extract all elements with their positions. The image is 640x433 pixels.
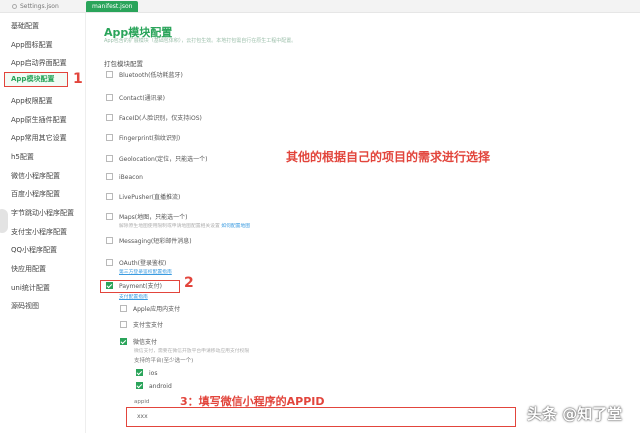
checkbox[interactable] — [120, 321, 127, 328]
platform-android[interactable]: android — [136, 382, 172, 391]
sidebar-item-uni-stat[interactable]: uni统计配置 — [11, 283, 50, 293]
tab-settings[interactable]: Settings.json — [6, 1, 65, 12]
module-livepusher[interactable]: LivePusher(直播推流) — [106, 193, 180, 202]
module-oauth[interactable]: OAuth(登录鉴权) — [106, 259, 166, 268]
checkbox-checked[interactable] — [106, 282, 113, 289]
checkbox[interactable] — [106, 193, 113, 200]
annotation-step-3: 3：填写微信小程序的APPID — [180, 395, 325, 408]
watermark: 头条 @知了堂 — [527, 405, 623, 423]
annotation-note: 其他的根据自己的项目的需求进行选择 — [286, 150, 491, 164]
wechat-pay-note: 微信支付，需要在微信开放平台申请移动应用支付权限 — [134, 349, 250, 354]
page-description: App包含的扩展模块（基础包体积），云打包生效。本地打包需自行在原生工程中配置。 — [104, 38, 297, 44]
module-maps[interactable]: Maps(地图，只能选一个) — [106, 213, 187, 222]
file-icon — [12, 4, 17, 9]
module-bluetooth[interactable]: Bluetooth(低功耗蓝牙) — [106, 71, 183, 80]
sidebar-item-h5[interactable]: h5配置 — [11, 152, 34, 162]
sidebar-item-basic[interactable]: 基础配置 — [11, 21, 39, 31]
checkbox[interactable] — [106, 237, 113, 244]
appid-input[interactable]: xxx — [126, 407, 516, 427]
sidebar-item-toutiao[interactable]: 字节跳动小程序配置 — [11, 208, 74, 218]
sidebar-item-app-permissions[interactable]: App权限配置 — [11, 96, 53, 106]
sidebar-item-app-other[interactable]: App常用其它设置 — [11, 133, 67, 143]
checkbox[interactable] — [106, 114, 113, 121]
payment-guide-link[interactable]: 支付配置指南 — [119, 293, 148, 300]
checkbox[interactable] — [106, 134, 113, 141]
tab-manifest[interactable]: manifest.json — [86, 1, 138, 12]
sidebar-item-quickapp[interactable]: 快应用配置 — [11, 264, 46, 274]
sidebar-item-app-icon[interactable]: App图标配置 — [11, 40, 53, 50]
sidebar-item-weixin[interactable]: 微信小程序配置 — [11, 171, 60, 181]
checkbox-checked[interactable] — [120, 338, 127, 345]
annotation-number-2: 2 — [184, 275, 194, 291]
checkbox-checked[interactable] — [136, 382, 143, 389]
module-faceid[interactable]: FaceID(人脸识别，仅支持iOS) — [106, 114, 202, 123]
tab-bar: Settings.json manifest.json — [0, 0, 640, 13]
sidebar-item-alipay[interactable]: 支付宝小程序配置 — [11, 227, 67, 237]
checkbox[interactable] — [106, 155, 113, 162]
checkbox[interactable] — [106, 173, 113, 180]
module-fingerprint[interactable]: Fingerprint(指纹识别) — [106, 134, 180, 143]
maps-config-link[interactable]: 如何配置地图 — [221, 224, 250, 229]
platform-ios[interactable]: ios — [136, 369, 157, 378]
annotation-number-1: 1 — [73, 71, 83, 87]
module-geolocation[interactable]: Geolocation(定位，只能选一个) — [106, 155, 208, 164]
sidebar-item-qq[interactable]: QQ小程序配置 — [11, 245, 57, 255]
checkbox[interactable] — [106, 94, 113, 101]
oauth-guide-link[interactable]: 第三方登录鉴权配置指南 — [119, 268, 172, 275]
appid-label: appid — [134, 399, 150, 405]
module-contact[interactable]: Contact(通讯录) — [106, 94, 165, 103]
sidebar-item-app-modules[interactable]: App模块配置 — [4, 72, 68, 87]
section-title: 打包模块配置 — [104, 60, 143, 68]
checkbox[interactable] — [106, 259, 113, 266]
sidebar-item-source-view[interactable]: 源码视图 — [11, 301, 39, 311]
module-ibeacon[interactable]: iBeacon — [106, 173, 143, 182]
checkbox-checked[interactable] — [136, 369, 143, 376]
sidebar-item-app-native-plugins[interactable]: App原生插件配置 — [11, 115, 67, 125]
payment-alipay[interactable]: 支付宝支付 — [120, 321, 163, 330]
sidebar-scroll-handle[interactable] — [0, 209, 8, 233]
checkbox[interactable] — [106, 213, 113, 220]
sidebar-item-baidu[interactable]: 百度小程序配置 — [11, 189, 60, 199]
module-payment[interactable]: Payment(支付) — [106, 282, 162, 291]
checkbox[interactable] — [106, 71, 113, 78]
module-messaging[interactable]: Messaging(短彩邮件消息) — [106, 237, 192, 246]
payment-apple[interactable]: Apple应用内支付 — [120, 305, 180, 314]
checkbox[interactable] — [120, 305, 127, 312]
sidebar-item-app-splash[interactable]: App启动界面配置 — [11, 58, 67, 68]
payment-wechat[interactable]: 微信支付 — [120, 338, 157, 347]
maps-note: 解除原生地图使用限制或申请地图配置相关设置 如何配置地图 — [119, 224, 251, 229]
main-panel: App模块配置 App包含的扩展模块（基础包体积），云打包生效。本地打包需自行在… — [100, 18, 640, 433]
platform-label: 支持的平台(至少选一个) — [134, 358, 194, 364]
